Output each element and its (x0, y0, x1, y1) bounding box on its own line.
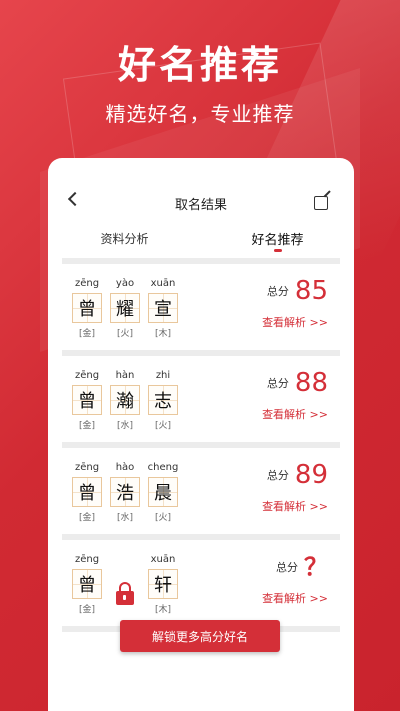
char-box: 轩 (148, 569, 178, 599)
score-label: 总分 (266, 285, 289, 298)
view-analysis-link[interactable]: 查看解析 >> (258, 406, 328, 422)
name-chars: zēng 曾 [金] yào 耀 [火] xuān 宣 [木] (72, 278, 178, 339)
name-char: zēng 曾 [金] (72, 462, 102, 523)
pinyin: zēng (74, 462, 100, 473)
unlock-more-names-button[interactable]: 解锁更多高分好名 (120, 620, 280, 652)
element-tag: [金] (78, 513, 96, 523)
element-tag: [火] (154, 513, 172, 523)
char-box: 曾 (72, 293, 102, 323)
view-analysis-link[interactable]: 查看解析 >> (258, 498, 328, 514)
name-char: xuān 宣 [木] (148, 278, 178, 339)
char-box: 曾 (72, 385, 102, 415)
name-chars: zēng 曾 [金] xuān 轩 [木] (72, 554, 178, 615)
result-row-locked[interactable]: zēng 曾 [金] xuān 轩 [木] 总分 ？ 查看解析 >> (48, 540, 354, 626)
tab-label: 好名推荐 (251, 232, 304, 248)
score-block: 总分 85 查看解析 >> (258, 276, 328, 330)
pinyin: hàn (115, 370, 135, 381)
result-row[interactable]: zēng 曾 [金] hào 浩 [水] cheng 晨 [火] 总分 89 查… (48, 448, 354, 534)
tab-active-indicator (273, 248, 282, 252)
tab-recommended-names[interactable]: 好名推荐 (201, 229, 354, 252)
score-label: 总分 (276, 561, 298, 574)
char-box: 瀚 (110, 385, 140, 415)
element-tag: [金] (78, 329, 96, 339)
pinyin: xuān (150, 554, 176, 565)
char-box: 曾 (72, 569, 102, 599)
banner-subline: 精选好名，专业推荐 (105, 102, 295, 126)
element-tag: [金] (78, 421, 96, 431)
tab-bar: 资料分析 好名推荐 (48, 218, 354, 258)
score-block: 总分 89 查看解析 >> (258, 460, 328, 514)
lock-icon (116, 581, 134, 605)
pinyin: zēng (74, 370, 100, 381)
name-char: hàn 瀚 [水] (110, 370, 140, 431)
score-block: 总分 ？ 查看解析 >> (258, 552, 328, 606)
element-tag: [水] (116, 513, 134, 523)
pinyin: xuān (150, 278, 176, 289)
char-box: 宣 (148, 293, 178, 323)
pinyin: hào (115, 462, 135, 473)
back-icon[interactable] (67, 191, 83, 207)
name-char: zēng 曾 [金] (72, 554, 102, 615)
score-label: 总分 (266, 377, 289, 390)
pinyin: zhi (155, 370, 171, 381)
score-block: 总分 88 查看解析 >> (258, 368, 328, 422)
locked-char (110, 554, 140, 615)
char-box: 志 (148, 385, 178, 415)
pinyin: cheng (147, 462, 179, 473)
page-title: 取名结果 (174, 197, 227, 213)
result-row[interactable]: zēng 曾 [金] yào 耀 [火] xuān 宣 [木] 总分 85 查看… (48, 264, 354, 350)
name-char: yào 耀 [火] (110, 278, 140, 339)
score-value: 85 (294, 276, 328, 306)
tab-profile-analysis[interactable]: 资料分析 (48, 230, 201, 247)
name-char: zēng 曾 [金] (72, 370, 102, 431)
name-char: xuān 轩 [木] (148, 554, 178, 615)
char-box: 曾 (72, 477, 102, 507)
score-value: 89 (294, 460, 328, 490)
view-analysis-link[interactable]: 查看解析 >> (258, 314, 328, 330)
element-tag: [火] (154, 421, 172, 431)
pinyin: zēng (74, 278, 100, 289)
name-char: zēng 曾 [金] (72, 278, 102, 339)
score-value: 88 (294, 368, 328, 398)
score-label: 总分 (266, 469, 289, 482)
element-tag: [金] (78, 605, 96, 615)
element-tag: [木] (154, 329, 172, 339)
pinyin: yào (115, 278, 135, 289)
tab-label: 资料分析 (100, 231, 149, 246)
element-tag: [水] (116, 421, 134, 431)
name-char: hào 浩 [水] (110, 462, 140, 523)
score-value-hidden: ？ (304, 553, 328, 581)
result-row[interactable]: zēng 曾 [金] hàn 瀚 [水] zhi 志 [火] 总分 88 查看解… (48, 356, 354, 442)
view-analysis-link[interactable]: 查看解析 >> (258, 590, 328, 606)
banner-headline: 好名推荐 (117, 43, 282, 87)
char-box: 晨 (148, 477, 178, 507)
char-box: 浩 (110, 477, 140, 507)
pinyin: zēng (74, 554, 100, 565)
name-char: cheng 晨 [火] (147, 462, 179, 523)
name-char: zhi 志 [火] (148, 370, 178, 431)
top-bar: 取名结果 (48, 158, 354, 218)
name-chars: zēng 曾 [金] hào 浩 [水] cheng 晨 [火] (72, 462, 178, 523)
element-tag: [木] (154, 605, 172, 615)
char-box: 耀 (110, 293, 140, 323)
share-icon[interactable] (314, 196, 328, 210)
element-tag: [火] (116, 329, 134, 339)
name-chars: zēng 曾 [金] hàn 瀚 [水] zhi 志 [火] (72, 370, 178, 431)
